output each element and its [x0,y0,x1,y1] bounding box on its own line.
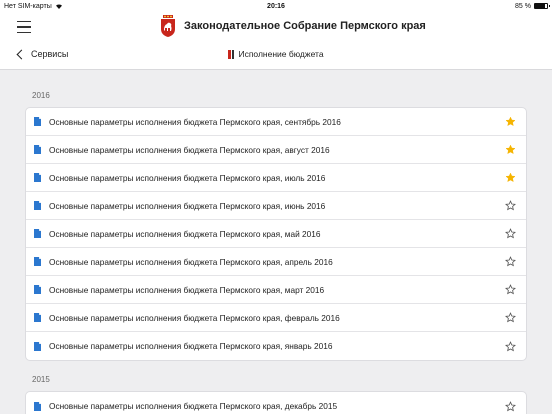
status-right: 85 % [515,2,550,10]
report-card-2015: Основные параметры исполнения бюджета Пе… [25,391,527,414]
report-row[interactable]: Основные параметры исполнения бюджета Пе… [26,220,526,248]
section-title: Исполнение бюджета [0,49,552,59]
report-list: 2016 Основные параметры исполнения бюдже… [0,71,552,414]
report-row[interactable]: Основные параметры исполнения бюджета Пе… [26,276,526,304]
year-header: 2016 [32,91,50,100]
favorite-star-icon[interactable] [505,256,516,267]
report-title: Основные параметры исполнения бюджета Пе… [49,144,330,155]
app-title-group: Законодательное Собрание Пермского края [160,15,426,37]
favorite-star-icon[interactable] [505,228,516,239]
document-icon [34,341,41,351]
document-icon [34,257,41,266]
battery-icon [534,3,550,9]
document-icon [34,145,41,154]
report-row[interactable]: Основные параметры исполнения бюджета Пе… [26,164,526,192]
favorite-star-icon[interactable] [505,200,516,211]
status-bar: Нет SIM-карты 20:16 85 % [0,0,552,12]
status-left: Нет SIM-карты [4,3,63,10]
document-icon [34,229,41,238]
document-icon [34,201,41,210]
document-icon [34,285,41,294]
header: Законодательное Собрание Пермского края … [0,12,552,70]
report-card-2016: Основные параметры исполнения бюджета Пе… [25,107,527,361]
document-icon [34,117,41,126]
report-row[interactable]: Основные параметры исполнения бюджета Пе… [26,392,526,414]
report-row[interactable]: Основные параметры исполнения бюджета Пе… [26,136,526,164]
favorite-star-icon[interactable] [505,400,516,412]
report-title: Основные параметры исполнения бюджета Пе… [49,116,341,127]
document-icon [34,173,41,182]
report-title: Основные параметры исполнения бюджета Пе… [49,312,340,323]
favorite-star-icon[interactable] [505,116,516,127]
carrier-label: Нет SIM-карты [4,2,52,10]
report-title: Основные параметры исполнения бюджета Пе… [49,256,333,267]
battery-percent: 85 % [515,2,531,10]
app-title: Законодательное Собрание Пермского края [184,20,426,32]
favorite-star-icon[interactable] [505,312,516,323]
report-title: Основные параметры исполнения бюджета Пе… [49,401,338,411]
perm-crest-icon [161,15,175,37]
section-title-label: Исполнение бюджета [238,49,324,59]
report-title: Основные параметры исполнения бюджета Пе… [49,341,333,351]
menu-icon[interactable] [17,21,31,33]
favorite-star-icon[interactable] [505,340,516,352]
report-title: Основные параметры исполнения бюджета Пе… [49,172,326,183]
document-icon [34,401,41,411]
favorite-star-icon[interactable] [505,172,516,183]
report-row[interactable]: Основные параметры исполнения бюджета Пе… [26,332,526,360]
report-row[interactable]: Основные параметры исполнения бюджета Пе… [26,108,526,136]
wifi-icon [55,4,62,9]
report-row[interactable]: Основные параметры исполнения бюджета Пе… [26,192,526,220]
battery-fill [535,4,546,8]
report-title: Основные параметры исполнения бюджета Пе… [49,228,321,239]
document-icon [34,313,41,322]
report-title: Основные параметры исполнения бюджета Пе… [49,200,326,211]
favorite-star-icon[interactable] [505,144,516,155]
report-row[interactable]: Основные параметры исполнения бюджета Пе… [26,248,526,276]
budget-icon [228,49,235,59]
favorite-star-icon[interactable] [505,284,516,295]
report-row[interactable]: Основные параметры исполнения бюджета Пе… [26,304,526,332]
report-title: Основные параметры исполнения бюджета Пе… [49,284,325,295]
year-header: 2015 [32,375,50,384]
status-time: 20:16 [267,2,285,10]
